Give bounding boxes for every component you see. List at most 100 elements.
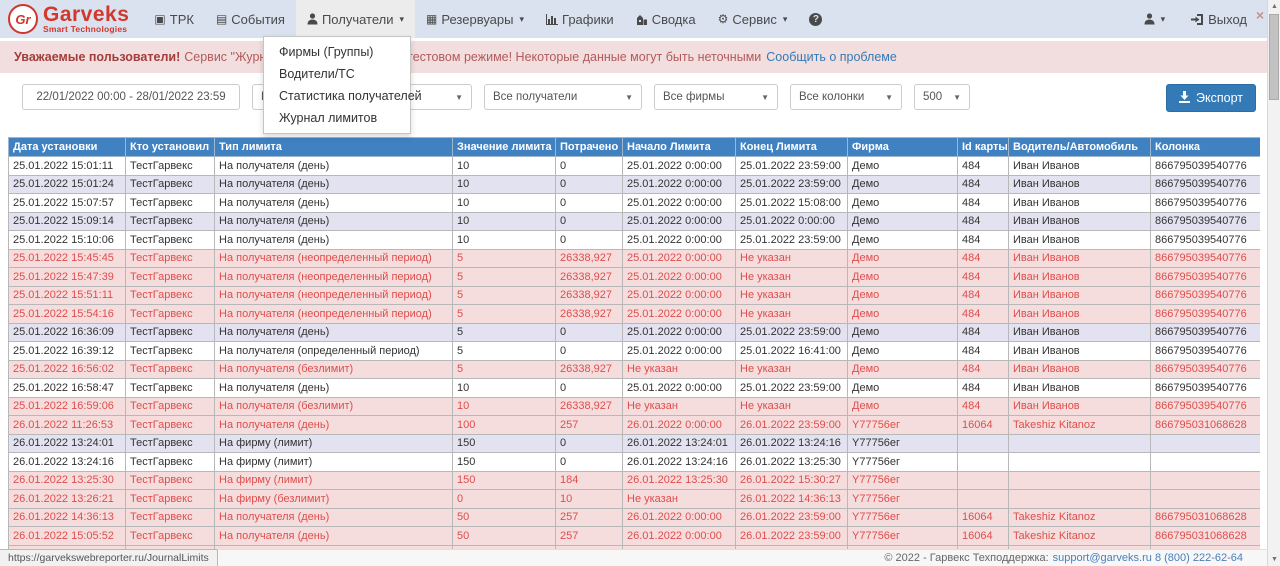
dropdown-item-3[interactable]: Статистика получателей bbox=[264, 85, 410, 107]
table-cell: 10 bbox=[453, 157, 556, 176]
table-cell: Демо bbox=[848, 157, 958, 176]
nav-item-summary[interactable]: Сводка bbox=[625, 0, 707, 38]
table-cell: ТестГарвекс bbox=[126, 360, 215, 379]
table-row: 26.01.2022 13:24:16ТестГарвексНа фирму (… bbox=[9, 453, 1261, 472]
table-cell: 50 bbox=[453, 527, 556, 546]
table-cell: 484 bbox=[958, 379, 1009, 398]
user-icon bbox=[1144, 13, 1155, 25]
firms-select[interactable]: Все фирмы▼ bbox=[654, 84, 778, 110]
dropdown-item-2[interactable]: Водители/ТС bbox=[264, 63, 410, 85]
scrollbar-thumb[interactable] bbox=[1269, 14, 1279, 100]
user-menu[interactable]: ▾ bbox=[1144, 13, 1166, 25]
table-cell: 0 bbox=[556, 175, 623, 194]
nav-item-tanks[interactable]: ▦Резервуары▾ bbox=[415, 0, 535, 38]
dropdown-item-1[interactable]: Фирмы (Группы) bbox=[264, 41, 410, 63]
logo-circle-icon: Gr bbox=[8, 4, 38, 34]
table-cell: 26.01.2022 13:24:01 bbox=[9, 434, 126, 453]
table-cell: 26.01.2022 13:24:16 bbox=[9, 453, 126, 472]
table-cell: 0 bbox=[556, 434, 623, 453]
table-cell: ТестГарвекс bbox=[126, 342, 215, 361]
columns-select[interactable]: Все колонки▼ bbox=[790, 84, 902, 110]
table-cell: На получателя (день) bbox=[215, 175, 453, 194]
nav-item-help[interactable]: ? bbox=[798, 0, 833, 38]
table-cell: 866795039540776 bbox=[1151, 397, 1261, 416]
table-cell: ТестГарвекс bbox=[126, 175, 215, 194]
table-cell: ТестГарвекс bbox=[126, 268, 215, 287]
table-cell bbox=[1151, 453, 1261, 472]
nav-item-charts[interactable]: Графики bbox=[535, 0, 625, 38]
table-cell: Takeshiz Kitanoz bbox=[1009, 527, 1151, 546]
table-cell: 484 bbox=[958, 175, 1009, 194]
nav-item-recipients[interactable]: Получатели▾ bbox=[296, 0, 415, 38]
table-cell: Не указан bbox=[736, 360, 848, 379]
table-cell: 10 bbox=[556, 490, 623, 509]
table-cell: 25.01.2022 15:01:11 bbox=[9, 157, 126, 176]
dropdown-item-4[interactable]: Журнал лимитов bbox=[264, 107, 410, 129]
table-cell: Y77756ег bbox=[848, 416, 958, 435]
scroll-down-icon[interactable]: ▼ bbox=[1268, 553, 1280, 566]
table-cell: На фирму (лимит) bbox=[215, 471, 453, 490]
nav-item-trk[interactable]: ▣ТРК bbox=[143, 0, 205, 38]
table-cell: 5 bbox=[453, 268, 556, 287]
table-cell: Иван Иванов bbox=[1009, 379, 1151, 398]
table-cell: 26.01.2022 0:00:00 bbox=[623, 416, 736, 435]
logout-button[interactable]: Выход bbox=[1191, 12, 1247, 27]
table-cell: 26.01.2022 15:30:27 bbox=[736, 471, 848, 490]
table-cell: 25.01.2022 0:00:00 bbox=[623, 268, 736, 287]
table-row: 25.01.2022 15:54:16ТестГарвексНа получат… bbox=[9, 305, 1261, 324]
scroll-up-icon[interactable]: ▲ bbox=[1268, 0, 1280, 13]
table-cell: Не указан bbox=[623, 360, 736, 379]
export-button[interactable]: Экспорт bbox=[1166, 84, 1256, 112]
table-cell: 0 bbox=[556, 453, 623, 472]
copyright-text: © 2022 - Гарвекс Техподдержка: bbox=[884, 552, 1048, 564]
date-range-input[interactable]: 22/01/2022 00:00 - 28/01/2022 23:59 bbox=[22, 84, 240, 110]
recipients-select[interactable]: Все получатели▼ bbox=[484, 84, 642, 110]
nav-item-events[interactable]: ▤События bbox=[205, 0, 296, 38]
table-row: 25.01.2022 15:10:06ТестГарвексНа получат… bbox=[9, 231, 1261, 250]
table-cell: 484 bbox=[958, 231, 1009, 250]
table-cell: На получателя (день) bbox=[215, 212, 453, 231]
table-cell bbox=[958, 453, 1009, 472]
table-cell: 26.01.2022 0:00:00 bbox=[623, 527, 736, 546]
service-icon: ⚙ bbox=[718, 13, 729, 25]
table-row: 25.01.2022 16:36:09ТестГарвексНа получат… bbox=[9, 323, 1261, 342]
table-cell: 257 bbox=[556, 508, 623, 527]
nav-item-service[interactable]: ⚙Сервис▾ bbox=[707, 0, 799, 38]
table-cell: 5 bbox=[453, 342, 556, 361]
banner-close-icon[interactable]: × bbox=[1256, 8, 1264, 22]
table-cell: 25.01.2022 15:47:39 bbox=[9, 268, 126, 287]
table-cell: 26.01.2022 13:24:01 bbox=[623, 434, 736, 453]
column-header: Водитель/Автомобиль bbox=[1009, 138, 1151, 157]
table-cell: Иван Иванов bbox=[1009, 286, 1151, 305]
export-label: Экспорт bbox=[1196, 91, 1243, 105]
table-cell: На получателя (день) bbox=[215, 527, 453, 546]
page-size-select[interactable]: 500▼ bbox=[914, 84, 970, 110]
vertical-scrollbar[interactable]: ▲ ▼ bbox=[1267, 0, 1280, 566]
chevron-down-icon: ▾ bbox=[1161, 14, 1166, 25]
table-row: 25.01.2022 15:47:39ТестГарвексНа получат… bbox=[9, 268, 1261, 287]
table-cell: 26.01.2022 0:00:00 bbox=[623, 508, 736, 527]
table-cell: 25.01.2022 23:59:00 bbox=[736, 379, 848, 398]
table-cell: 26.01.2022 15:05:52 bbox=[9, 527, 126, 546]
table-cell: Демо bbox=[848, 268, 958, 287]
table-cell: ТестГарвекс bbox=[126, 194, 215, 213]
table-cell: ТестГарвекс bbox=[126, 434, 215, 453]
banner-bold-text: Уважаемые пользователи! bbox=[14, 50, 180, 64]
table-cell: 25.01.2022 0:00:00 bbox=[623, 249, 736, 268]
table-cell: 25.01.2022 15:09:14 bbox=[9, 212, 126, 231]
table-cell: 184 bbox=[556, 471, 623, 490]
table-cell: Не указан bbox=[736, 268, 848, 287]
support-link[interactable]: support@garveks.ru 8 (800) 222-62-64 bbox=[1053, 552, 1243, 564]
dispenser-icon: ▣ bbox=[154, 13, 165, 25]
table-cell: 26338,927 bbox=[556, 268, 623, 287]
table-cell: 0 bbox=[556, 194, 623, 213]
table-cell: 16064 bbox=[958, 527, 1009, 546]
table-cell: 0 bbox=[556, 212, 623, 231]
table-cell: Демо bbox=[848, 360, 958, 379]
column-header: Фирма bbox=[848, 138, 958, 157]
report-problem-link[interactable]: Сообщить о проблеме bbox=[766, 50, 897, 64]
brand-logo[interactable]: Gr Garveks Smart Technologies bbox=[8, 4, 129, 34]
table-row: 25.01.2022 15:01:24ТестГарвексНа получат… bbox=[9, 175, 1261, 194]
table-cell: 25.01.2022 0:00:00 bbox=[623, 379, 736, 398]
table-cell: 25.01.2022 15:45:45 bbox=[9, 249, 126, 268]
